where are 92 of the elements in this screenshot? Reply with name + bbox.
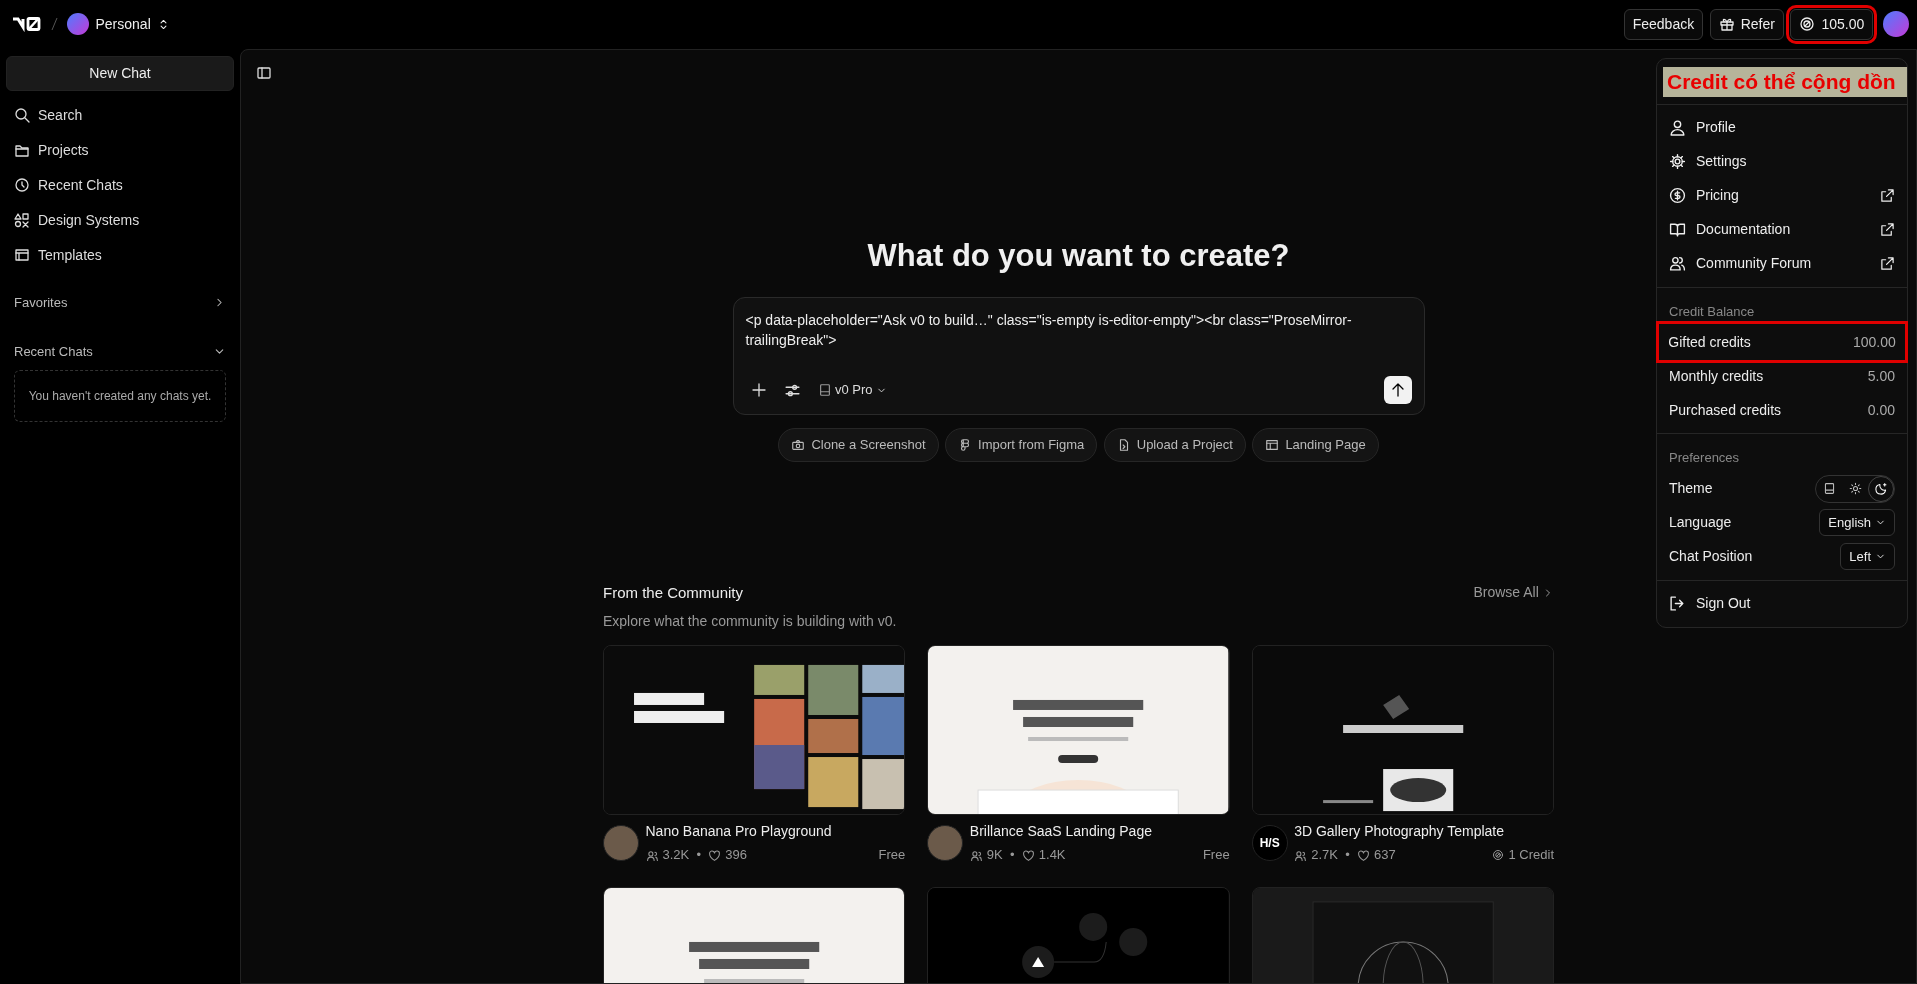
search-icon [14,107,30,123]
feedback-button[interactable]: Feedback [1623,8,1704,40]
like-count: 637 [1373,846,1396,865]
refer-button[interactable]: Refer [1709,8,1784,40]
shapes-icon [14,212,30,228]
menu-item[interactable]: Sign Out [1657,586,1907,621]
setting-label: Theme [1669,479,1713,498]
new-chat-button[interactable]: New Chat [6,56,234,91]
clock-icon [14,177,30,193]
menu-item[interactable]: Documentation [1657,212,1907,247]
folder-icon [14,142,30,158]
separator-dot: • [696,846,702,865]
menu-item[interactable]: Settings [1657,144,1907,179]
sidebar-item[interactable]: Search [6,97,234,133]
gift-icon [1718,16,1735,32]
author-avatar: H/S [1251,824,1288,861]
monitor-icon [817,383,832,397]
sign-out-icon [1669,595,1686,612]
price-label: Free [878,846,906,865]
view-count: 3.2K [662,846,690,865]
select-dropdown[interactable]: Left [1840,542,1895,571]
layout-icon [1265,437,1280,452]
settings-icon [1669,153,1686,170]
slash-divider [48,16,59,32]
suggestion-chip[interactable]: Import from Figma [945,428,1098,462]
section-header[interactable]: Favorites [6,284,234,320]
credit-label: Monthly credits [1669,366,1764,386]
sun-icon [1848,482,1862,495]
moon-icon [1874,482,1888,495]
author-avatar [603,824,639,861]
credit-value: 0.00 [1867,400,1895,420]
send-button[interactable] [1383,376,1412,404]
view-count: 2.7K [1311,846,1338,865]
people-icon [1294,848,1308,862]
annotation-label: Credit có thể cộng dồn [1663,67,1907,97]
workspace-avatar [67,13,89,35]
camera-icon [791,437,806,452]
heart-icon [708,848,722,862]
credit-label: Gifted credits [1668,332,1751,352]
coin-icon [1799,16,1816,32]
heart-icon [1021,848,1035,862]
sidebar-toggle-icon [256,65,272,81]
like-count: 396 [725,846,747,865]
section-header[interactable]: Recent Chats [6,334,234,370]
separator-dot: • [1345,846,1350,865]
setting-label: Language [1669,513,1732,532]
people-icon [969,848,983,862]
section-label: Preferences [1668,449,1741,467]
page-heading: What do you want to create? [866,236,1291,275]
user-avatar[interactable] [1883,11,1909,37]
user-icon [1669,119,1686,136]
setting-label: Chat Position [1669,547,1753,566]
layout-icon [14,247,30,263]
credit-value: 100.00 [1852,332,1896,352]
browse-all-link[interactable]: Browse All [1473,582,1554,604]
sidebar-item[interactable]: Projects [6,132,234,168]
menu-item[interactable]: Pricing [1657,178,1907,213]
people-icon [1669,255,1686,272]
select-dropdown[interactable]: English [1819,508,1895,537]
model-selector[interactable]: v0 Pro [815,378,889,402]
price-label: Free [1202,846,1230,865]
suggestion-chip[interactable]: Clone a Screenshot [778,428,939,462]
workspace-switcher[interactable]: Personal [65,11,173,37]
section-label: Credit Balance [1668,302,1756,321]
separator-dot: • [1010,846,1015,865]
logo[interactable] [12,16,42,32]
heart-icon [1356,848,1370,862]
suggestion-chip[interactable]: Upload a Project [1103,428,1246,462]
project-title[interactable]: Nano Banana Pro Playground [645,821,906,842]
author-avatar [927,824,964,861]
section-subtitle: Explore what the community is building with v0. [603,611,898,631]
suggestion-chip[interactable]: Landing Page [1252,428,1379,462]
credit-value: 5.00 [1867,366,1895,386]
view-count: 9K [986,846,1003,865]
sidebar-item[interactable]: Recent Chats [6,167,234,203]
project-title[interactable]: 3D Gallery Photography Template [1294,821,1554,842]
monitor-icon [1822,482,1836,495]
menu-item[interactable]: Profile [1657,110,1907,145]
credit-label: Purchased credits [1669,400,1782,420]
sidebar-item[interactable]: Templates [6,237,234,273]
empty-state-message: You haven't created any chats yet. [14,369,226,422]
sidebar-item[interactable]: Design Systems [6,202,234,238]
like-count: 1.4K [1038,846,1066,865]
book-icon [1669,221,1686,238]
prompt-input[interactable]: <p data-placeholder="Ask v0 to build…" class="is-empty is-editor-empty"><br class="ProseMirror-trailingBreak"> v0 Pro [732,297,1425,415]
price-label: 1 Credit [1508,846,1554,865]
menu-item[interactable]: Community Forum [1657,246,1907,281]
dollar-icon [1669,187,1686,204]
people-icon [645,848,659,862]
project-title[interactable]: Brillance SaaS Landing Page [969,821,1230,842]
section-title: From the Community [603,582,744,603]
plus-icon [750,382,767,398]
